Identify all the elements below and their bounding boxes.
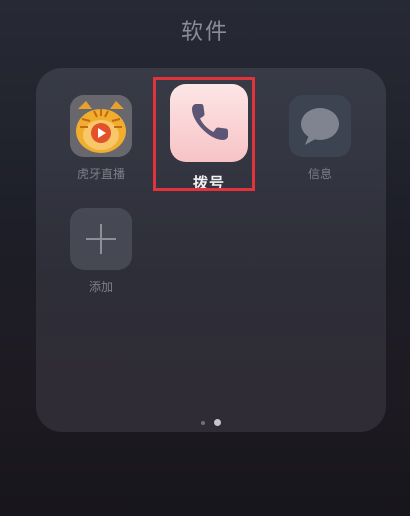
app-label-huya: 虎牙直播 (76, 167, 125, 181)
app-label-add: 添加 (88, 280, 113, 294)
selection-highlight (153, 77, 255, 191)
folder-title: 软件 (180, 20, 229, 45)
huya-tiger-icon (70, 95, 132, 157)
page-indicator[interactable] (200, 418, 230, 428)
page-dot-1[interactable] (201, 421, 205, 425)
page-dot-2-active[interactable] (214, 419, 221, 426)
add-app-button[interactable]: 添加 (61, 208, 141, 295)
app-label-messages: 信息 (307, 167, 332, 181)
plus-icon (70, 208, 132, 270)
app-messages[interactable]: 信息 (280, 95, 360, 182)
app-huya-live[interactable]: 虎牙直播 (61, 95, 141, 182)
message-bubble-icon (289, 95, 351, 157)
